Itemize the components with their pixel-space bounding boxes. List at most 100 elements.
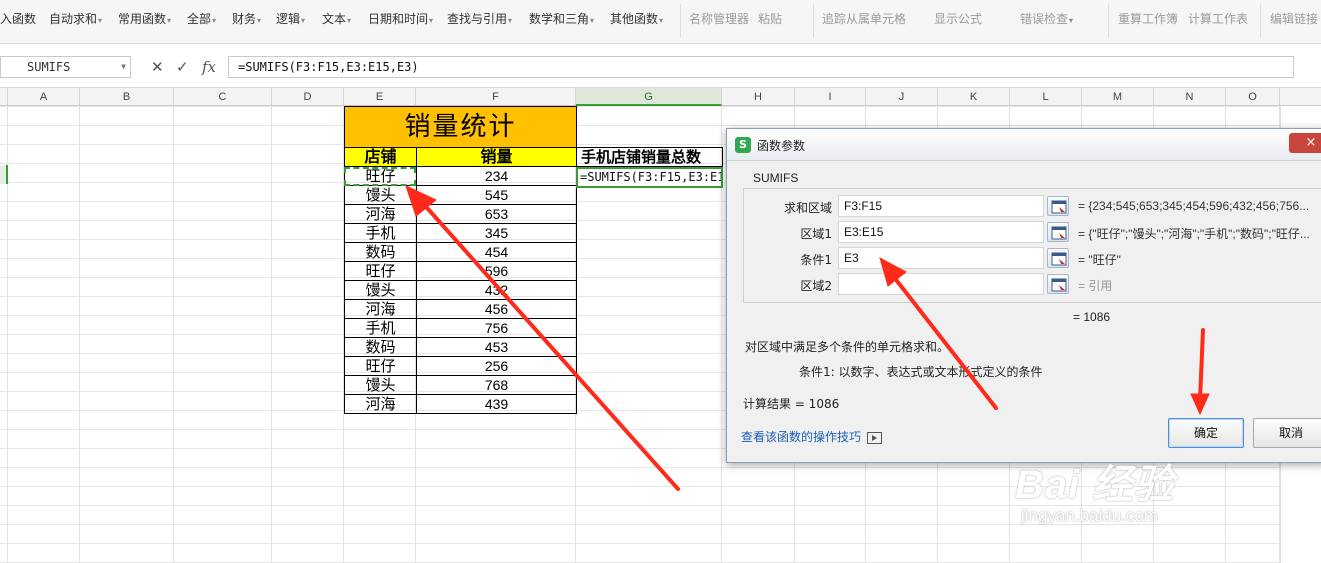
ribbon-btn-12[interactable]: 粘贴	[758, 10, 782, 28]
collapse-range-icon[interactable]	[1047, 222, 1069, 242]
column-header-m[interactable]: M	[1082, 88, 1154, 106]
store-cell[interactable]: 馒头	[344, 185, 417, 205]
column-header-o[interactable]: O	[1226, 88, 1280, 106]
table-row: 河海 653	[344, 204, 577, 224]
ribbon-btn-1[interactable]: 自动求和▾	[49, 10, 102, 30]
ribbon-btn-0[interactable]: 入函数	[0, 10, 36, 28]
ribbon-btn-5[interactable]: 逻辑▾	[276, 10, 305, 30]
chevron-down-icon: ▾	[347, 16, 352, 25]
column-header-c[interactable]: C	[174, 88, 272, 106]
ribbon-btn-13[interactable]: 追踪从属单元格	[822, 10, 906, 28]
sales-cell[interactable]: 432	[416, 280, 577, 300]
ribbon-btn-6[interactable]: 文本▾	[322, 10, 351, 30]
ribbon-btn-9[interactable]: 数学和三角▾	[529, 10, 594, 30]
close-button[interactable]: ×	[1289, 133, 1321, 153]
column-header-b[interactable]: B	[80, 88, 174, 106]
argument-input[interactable]	[838, 273, 1044, 295]
store-cell[interactable]: 旺仔	[344, 166, 417, 186]
column-header-e[interactable]: E	[344, 88, 416, 106]
argument-input[interactable]: E3:E15	[838, 221, 1044, 243]
column-header-h[interactable]: H	[722, 88, 795, 106]
g-header-cell[interactable]: 手机店铺销量总数	[576, 147, 723, 167]
ribbon-btn-16[interactable]: 重算工作簿	[1118, 10, 1178, 28]
table-row: 旺仔 596	[344, 261, 577, 281]
sales-cell[interactable]: 454	[416, 242, 577, 262]
store-cell[interactable]: 手机	[344, 318, 417, 338]
store-cell[interactable]: 河海	[344, 204, 417, 224]
grid-column-line	[79, 106, 80, 563]
ribbon-btn-4[interactable]: 财务▾	[232, 10, 261, 30]
header-store[interactable]: 店铺	[344, 147, 417, 167]
chevron-down-icon: ▾	[1069, 16, 1074, 25]
store-cell[interactable]: 河海	[344, 299, 417, 319]
chevron-down-icon[interactable]: ▼	[121, 57, 126, 77]
formula-bar: SUMIFS ▼ ✕ ✓ fx =SUMIFS(F3:F15,E3:E15,E3)	[0, 53, 1321, 81]
ribbon-btn-2[interactable]: 常用函数▾	[118, 10, 171, 30]
store-cell[interactable]: 手机	[344, 223, 417, 243]
dialog-titlebar[interactable]: S 函数参数 ×	[727, 129, 1321, 161]
column-header-a[interactable]: A	[8, 88, 80, 106]
ribbon-btn-17[interactable]: 计算工作表	[1188, 10, 1248, 28]
ribbon-btn-10[interactable]: 其他函数▾	[610, 10, 663, 30]
cancel-icon[interactable]: ✕	[151, 58, 164, 76]
cancel-button[interactable]: 取消	[1253, 418, 1321, 448]
sales-cell[interactable]: 456	[416, 299, 577, 319]
sales-cell[interactable]: 545	[416, 185, 577, 205]
store-cell[interactable]: 旺仔	[344, 356, 417, 376]
column-header-n[interactable]: N	[1154, 88, 1226, 106]
g-active-cell[interactable]: =SUMIFS(F3:F15,E3:E15,E3)	[576, 167, 723, 188]
sales-cell[interactable]: 439	[416, 394, 577, 414]
chevron-down-icon: ▾	[429, 16, 434, 25]
sales-cell[interactable]: 596	[416, 261, 577, 281]
argument-label: 条件1	[800, 253, 832, 267]
video-icon[interactable]	[867, 431, 883, 444]
argument-group: 求和区域 F3:F15 = {234;545;653;345;454;596;432…	[743, 188, 1321, 303]
store-cell[interactable]: 河海	[344, 394, 417, 414]
sales-cell[interactable]: 653	[416, 204, 577, 224]
fx-icon[interactable]: fx	[202, 58, 216, 76]
collapse-range-icon[interactable]	[1047, 274, 1069, 294]
store-cell[interactable]: 旺仔	[344, 261, 417, 281]
ribbon-btn-label: 查找与引用	[447, 12, 508, 26]
header-sales[interactable]: 销量	[416, 147, 577, 167]
help-link[interactable]: 查看该函数的操作技巧	[741, 428, 883, 445]
ribbon-btn-label: 入函数	[0, 12, 37, 26]
column-header-k[interactable]: K	[938, 88, 1010, 106]
argument-input[interactable]: F3:F15	[838, 195, 1044, 217]
ok-button[interactable]: 确定	[1168, 418, 1244, 448]
column-header-l[interactable]: L	[1010, 88, 1082, 106]
column-header-g[interactable]: G	[576, 88, 722, 106]
sales-table[interactable]: 销量统计 店铺 销量 旺仔 234 馒头 545 河海 653 手机 345 数码 454 旺仔 59…	[344, 106, 577, 414]
store-cell[interactable]: 馒头	[344, 280, 417, 300]
ribbon-btn-18[interactable]: 编辑链接	[1270, 10, 1318, 28]
ribbon-btn-15[interactable]: 错误检查▾	[1020, 10, 1073, 30]
collapse-range-icon[interactable]	[1047, 248, 1069, 268]
name-box[interactable]: SUMIFS ▼	[0, 56, 131, 78]
ribbon-btn-11[interactable]: 名称管理器	[689, 10, 749, 28]
table-title[interactable]: 销量统计	[344, 106, 577, 148]
help-link-label[interactable]: 查看该函数的操作技巧	[741, 430, 861, 444]
argument-label: 区域1	[800, 227, 832, 241]
formula-input[interactable]: =SUMIFS(F3:F15,E3:E15,E3)	[228, 56, 1294, 78]
ribbon-btn-7[interactable]: 日期和时间▾	[368, 10, 433, 30]
sales-cell[interactable]: 345	[416, 223, 577, 243]
sales-cell[interactable]: 256	[416, 356, 577, 376]
column-header-i[interactable]: I	[795, 88, 866, 106]
enter-icon[interactable]: ✓	[176, 58, 189, 76]
column-header-d[interactable]: D	[272, 88, 344, 106]
sales-cell[interactable]: 768	[416, 375, 577, 395]
column-header-f[interactable]: F	[416, 88, 576, 106]
store-cell[interactable]: 馒头	[344, 375, 417, 395]
column-header-j[interactable]: J	[866, 88, 938, 106]
collapse-range-icon[interactable]	[1047, 196, 1069, 216]
sales-cell[interactable]: 234	[416, 166, 577, 186]
store-cell[interactable]: 数码	[344, 242, 417, 262]
ribbon-btn-8[interactable]: 查找与引用▾	[447, 10, 512, 30]
sales-cell[interactable]: 756	[416, 318, 577, 338]
sales-cell[interactable]: 453	[416, 337, 577, 357]
ribbon-btn-3[interactable]: 全部▾	[187, 10, 216, 30]
store-cell[interactable]: 数码	[344, 337, 417, 357]
ribbon-btn-14[interactable]: 显示公式	[934, 10, 982, 28]
argument-value: = {234;545;653;345;454;596;432;456;756..…	[1078, 199, 1310, 213]
argument-input[interactable]: E3	[838, 247, 1044, 269]
